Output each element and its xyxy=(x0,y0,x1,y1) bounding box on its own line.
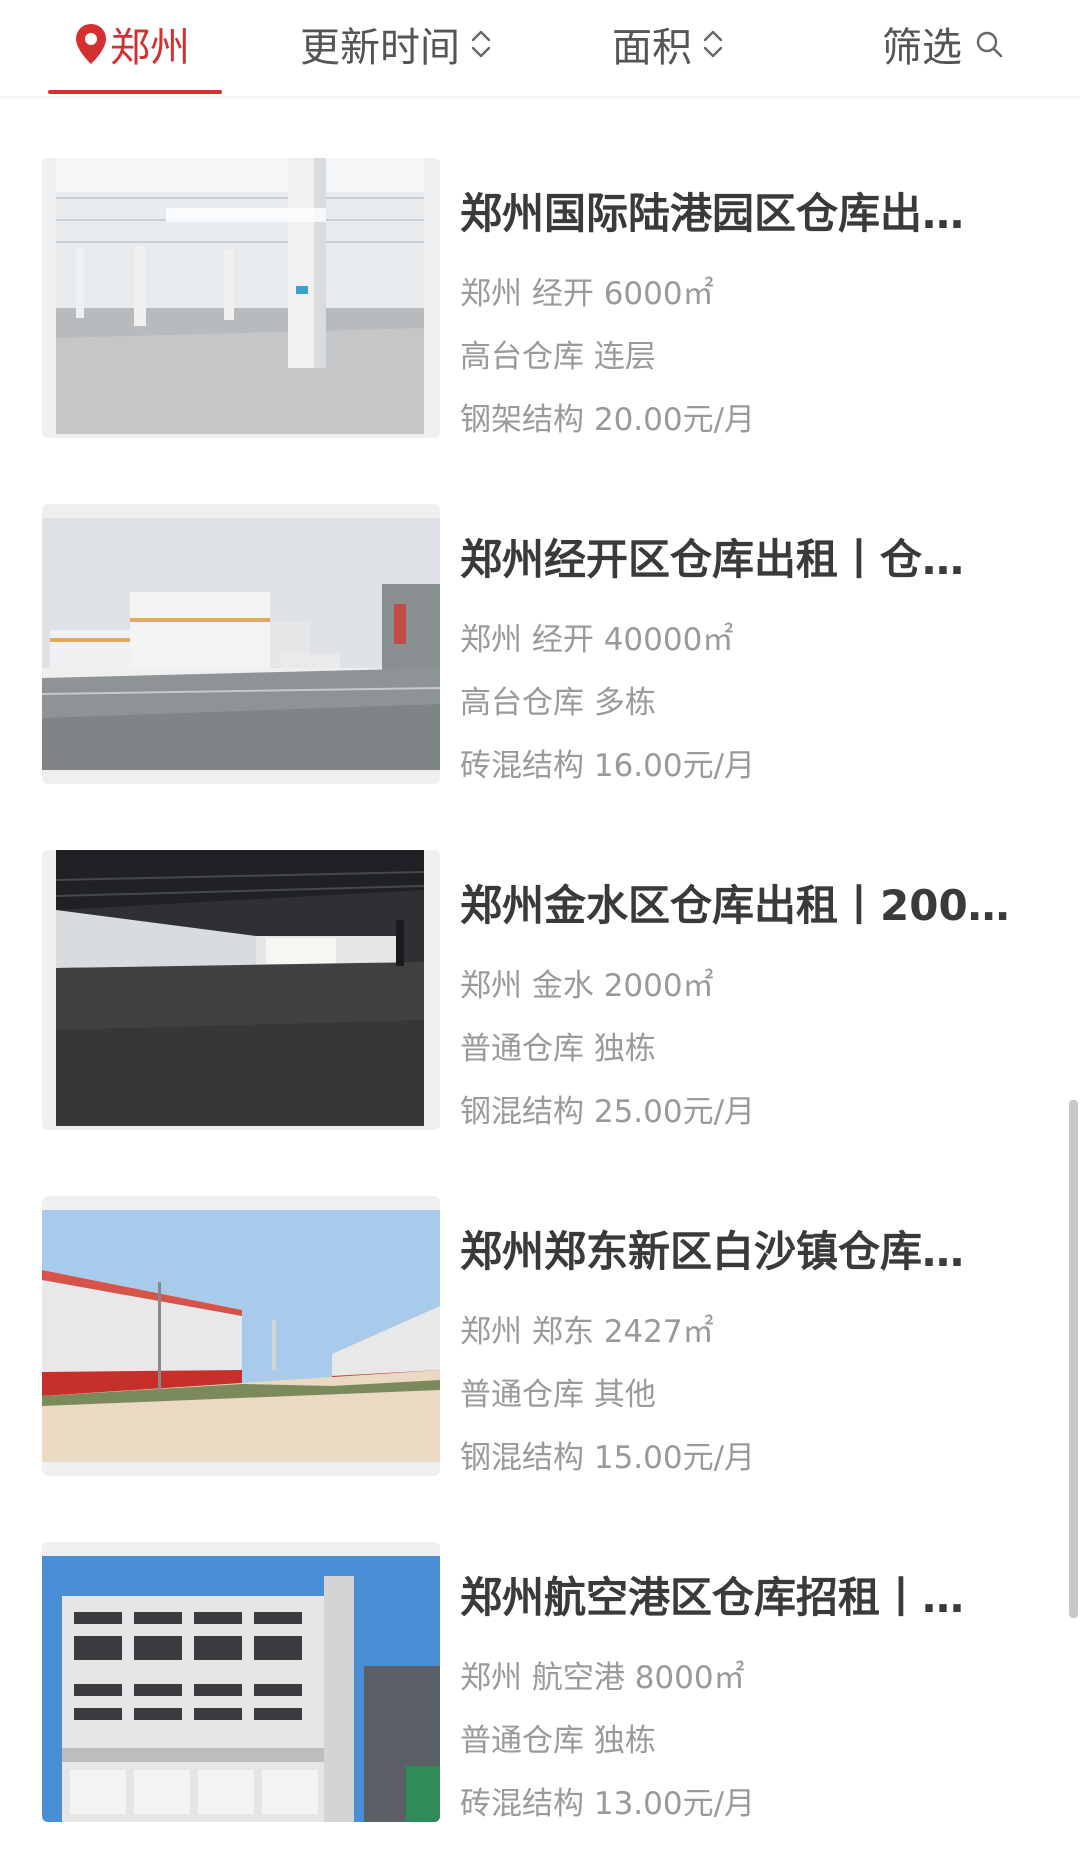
listing-location-area: 郑州 金水 2000㎡ xyxy=(460,968,714,1004)
listing-type: 高台仓库 多栋 xyxy=(460,685,656,721)
listing-card[interactable]: 郑州航空港区仓库招租丨… 郑州 航空港 8000㎡ 普通仓库 独栋 砖混结构 1… xyxy=(0,1542,1080,1872)
warehouse-interior-image xyxy=(56,158,424,434)
search-icon xyxy=(974,29,1004,59)
listing-structure-price: 砖混结构 16.00元/月 xyxy=(460,748,756,784)
listing-title: 郑州航空港区仓库招租丨… xyxy=(460,1573,965,1622)
listing-type: 普通仓库 独栋 xyxy=(460,1723,656,1759)
listing-title: 郑州郑东新区白沙镇仓库… xyxy=(460,1227,965,1276)
listing-card[interactable]: 郑州金水区仓库出租丨200… 郑州 金水 2000㎡ 普通仓库 独栋 钢混结构 … xyxy=(0,850,1080,1180)
filter-bar: 郑州 更新时间 面积 筛选 xyxy=(0,0,1080,96)
listing-thumbnail xyxy=(42,1196,440,1476)
sort-toggle-icon xyxy=(470,27,492,61)
warehouse-complex-image xyxy=(42,518,440,770)
warehouse-row-image xyxy=(42,1210,440,1462)
listing-card[interactable]: 郑州国际陆港园区仓库出… 郑州 经开 6000㎡ 高台仓库 连层 钢架结构 20… xyxy=(0,158,1080,488)
sort-toggle-icon xyxy=(702,27,724,61)
listing-title: 郑州经开区仓库出租丨仓… xyxy=(460,535,965,584)
listing-location-area: 郑州 经开 40000㎡ xyxy=(460,622,734,658)
screen-filter-label: 筛选 xyxy=(882,25,962,71)
listing-card[interactable]: 郑州郑东新区白沙镇仓库… 郑州 郑东 2427㎡ 普通仓库 其他 钢混结构 15… xyxy=(0,1196,1080,1526)
sort-by-area[interactable]: 面积 xyxy=(612,0,724,88)
sort-by-update-time[interactable]: 更新时间 xyxy=(300,0,492,88)
listing-thumbnail xyxy=(42,504,440,784)
location-pin-icon xyxy=(74,23,108,65)
screen-filter-button[interactable]: 筛选 xyxy=(882,0,1004,88)
listing-title: 郑州国际陆港园区仓库出… xyxy=(460,189,965,238)
listing-type: 高台仓库 连层 xyxy=(460,339,656,375)
listing-thumbnail xyxy=(42,158,440,438)
listing-thumbnail xyxy=(42,850,440,1130)
scrollbar-thumb[interactable] xyxy=(1069,1100,1078,1618)
listing-type: 普通仓库 其他 xyxy=(460,1377,656,1413)
multi-storey-warehouse-image xyxy=(42,1556,440,1822)
listing-thumbnail xyxy=(42,1542,440,1822)
listing-structure-price: 钢架结构 20.00元/月 xyxy=(460,402,756,438)
sort-update-label: 更新时间 xyxy=(300,25,460,71)
listing-location-area: 郑州 航空港 8000㎡ xyxy=(460,1660,745,1696)
listing-structure-price: 钢混结构 15.00元/月 xyxy=(460,1440,756,1476)
listing-location-area: 郑州 经开 6000㎡ xyxy=(460,276,714,312)
listing-card[interactable]: 郑州经开区仓库出租丨仓… 郑州 经开 40000㎡ 高台仓库 多栋 砖混结构 1… xyxy=(0,504,1080,834)
dark-warehouse-image xyxy=(56,850,424,1126)
listing-location-area: 郑州 郑东 2427㎡ xyxy=(460,1314,714,1350)
listing-type: 普通仓库 独栋 xyxy=(460,1031,656,1067)
active-tab-underline xyxy=(48,90,222,94)
city-filter-tab[interactable]: 郑州 xyxy=(74,0,190,88)
sort-area-label: 面积 xyxy=(612,25,692,71)
city-filter-label: 郑州 xyxy=(110,25,190,71)
listing-structure-price: 钢混结构 25.00元/月 xyxy=(460,1094,756,1130)
listing-title: 郑州金水区仓库出租丨200… xyxy=(460,881,1010,930)
listing-structure-price: 砖混结构 13.00元/月 xyxy=(460,1786,756,1822)
